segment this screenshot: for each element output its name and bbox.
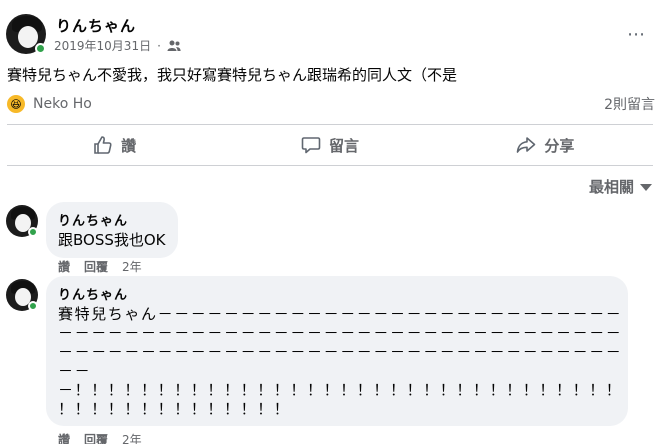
comment-actions: 讚 回覆 2年 — [58, 431, 142, 444]
comment-count-link[interactable]: 2則留言 — [604, 94, 655, 114]
online-status-indicator — [28, 227, 38, 237]
comment-like-button[interactable]: 讚 — [58, 431, 70, 444]
comment-text-line: －！！！！！！！！！！！！！！！！！！！！！！！！！！！！！！！！！ — [58, 381, 623, 399]
comment-text-line: 賽特兒ちゃん－－－－－－－－－－－－－－－－－－－－－－－－－－－－ — [58, 305, 623, 323]
divider-bottom — [7, 165, 653, 166]
comment-bubble: りんちゃん 賽特兒ちゃん－－－－－－－－－－－－－－－－－－－－－－－－－－－－… — [46, 276, 628, 426]
comment-text: 跟BOSS我也OK — [58, 231, 166, 249]
comment-reply-button[interactable]: 回覆 — [84, 258, 108, 275]
post-text: 賽特兒ちゃん不愛我，我只好寫賽特兒ちゃん跟瑞希的同人文（不是 — [7, 66, 458, 84]
comment-sort-dropdown[interactable]: 最相關 — [589, 176, 652, 197]
comment-button[interactable]: 留言 — [222, 126, 437, 164]
chevron-down-icon — [640, 184, 652, 191]
divider-top — [7, 124, 653, 125]
share-label: 分享 — [544, 136, 575, 155]
comment-time[interactable]: 2年 — [122, 431, 142, 444]
comment-text-line: －－－－－－－－－－－－－－－－－－－－－－－－－－－－－－－－－－ — [58, 324, 623, 342]
comment-reply-button[interactable]: 回覆 — [84, 431, 108, 444]
comment-author[interactable]: りんちゃん — [58, 210, 166, 229]
share-button[interactable]: 分享 — [438, 126, 653, 164]
comment-icon — [301, 137, 321, 154]
post-date[interactable]: 2019年10月31日 — [54, 37, 151, 54]
reactor-name[interactable]: Neko Ho — [33, 96, 92, 112]
post-author-name[interactable]: りんちゃん — [56, 15, 136, 36]
meta-separator: · — [157, 38, 161, 53]
comment-bubble: りんちゃん 跟BOSS我也OK — [46, 202, 178, 258]
more-options-icon[interactable]: ⋯ — [627, 24, 646, 45]
online-status-indicator — [28, 301, 38, 311]
comment-text-line: ！！！！！！！！！！！！！！ — [58, 400, 291, 418]
friends-icon[interactable] — [167, 40, 181, 52]
comment-like-button[interactable]: 讚 — [58, 258, 70, 275]
haha-reaction-icon: 😆 — [7, 95, 25, 113]
comment-time[interactable]: 2年 — [122, 258, 142, 275]
thumbs-up-icon — [94, 136, 112, 154]
comment-actions: 讚 回覆 2年 — [58, 258, 142, 275]
like-label: 讚 — [121, 136, 137, 155]
comment-text-line: －－－－－－－－－－－－－－－－－－－－－－－－－－－－－－－－－－ — [58, 343, 623, 361]
post-meta: 2019年10月31日 · — [54, 37, 181, 54]
comment-text-line: －－ — [58, 362, 92, 380]
sort-label: 最相關 — [588, 178, 634, 196]
online-status-indicator — [35, 43, 46, 54]
comment-label: 留言 — [328, 136, 359, 155]
reaction-summary[interactable]: 😆 Neko Ho 2則留言 — [7, 93, 655, 115]
comment-author[interactable]: りんちゃん — [58, 284, 616, 303]
share-icon — [517, 137, 536, 153]
post-action-bar: 讚 留言 分享 — [7, 126, 653, 164]
like-button[interactable]: 讚 — [7, 126, 222, 164]
